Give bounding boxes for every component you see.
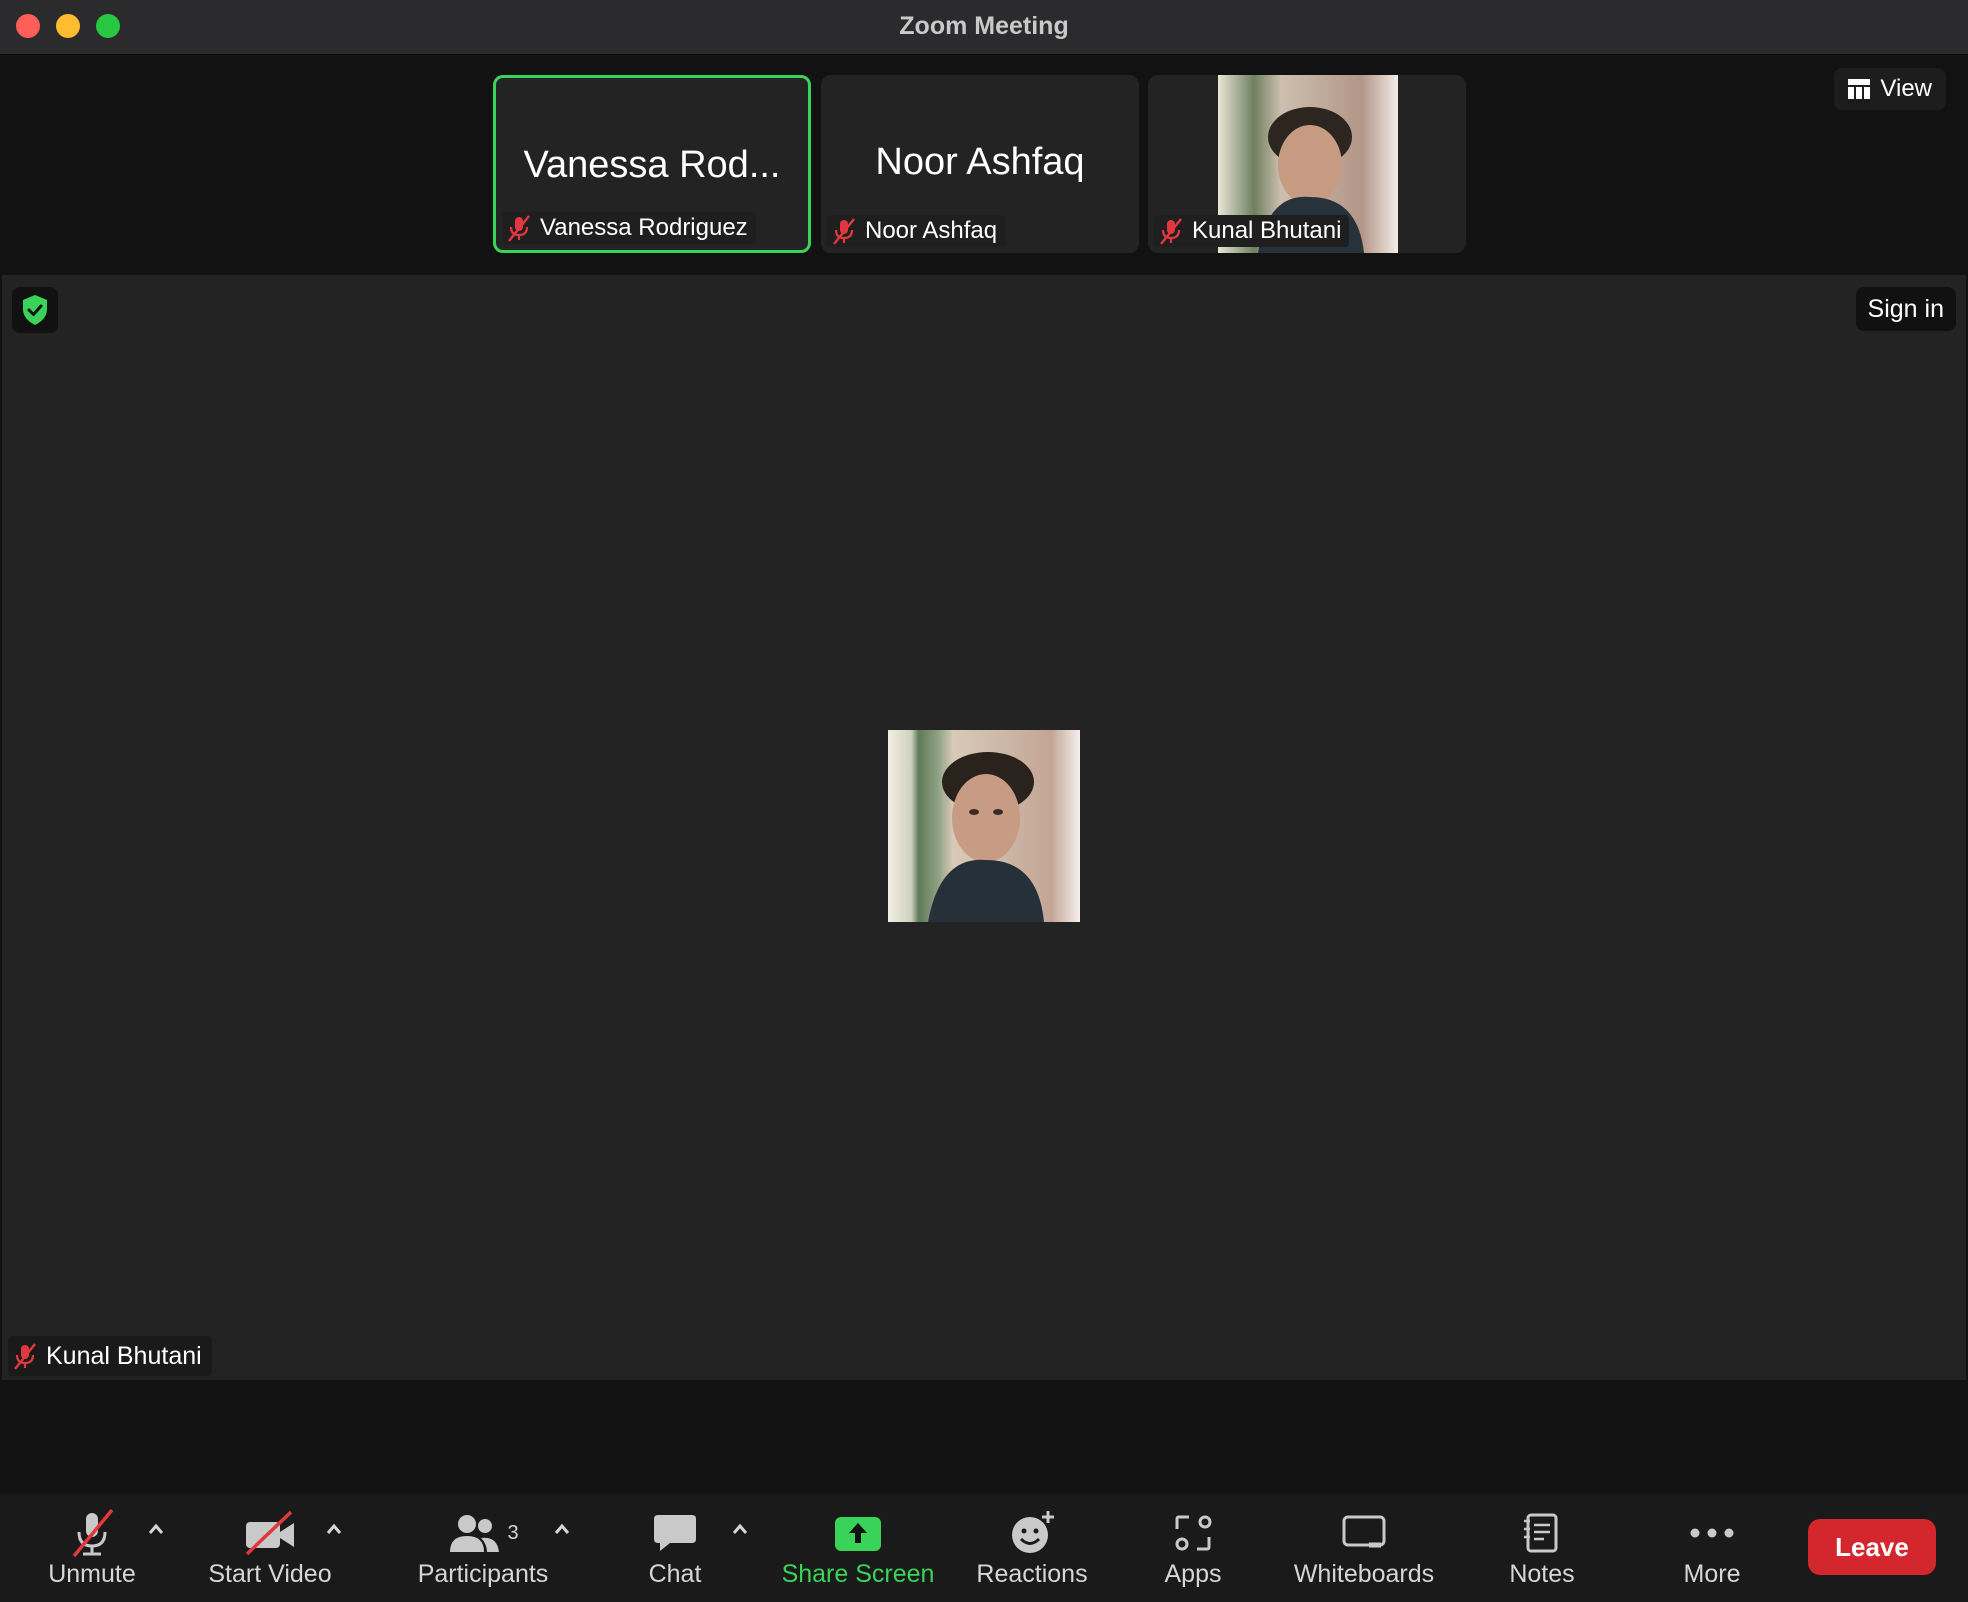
- unmute-label: Unmute: [48, 1560, 136, 1588]
- mic-muted-icon: [72, 1508, 114, 1558]
- view-button[interactable]: View: [1834, 68, 1946, 110]
- participant-name-chip: Noor Ashfaq: [827, 215, 1006, 247]
- meeting-security-button[interactable]: [12, 287, 58, 333]
- chat-button[interactable]: Chat: [630, 1494, 720, 1602]
- chat-options-chevron-up-icon[interactable]: [727, 1516, 753, 1542]
- participant-name-chip: Kunal Bhutani: [1154, 215, 1350, 247]
- whiteboards-label: Whiteboards: [1293, 1560, 1435, 1588]
- reactions-button[interactable]: Reactions: [970, 1494, 1094, 1602]
- active-speaker-photo: [888, 730, 1080, 922]
- zoom-window: Zoom Meeting Vanessa Rod... Vanessa Rodr…: [0, 0, 1968, 1602]
- participants-options-chevron-up-icon[interactable]: [549, 1516, 575, 1542]
- start-video-button[interactable]: Start Video: [200, 1494, 340, 1602]
- active-speaker-name-chip: Kunal Bhutani: [8, 1336, 212, 1376]
- participant-name-chip: Vanessa Rodriguez: [502, 212, 756, 244]
- sign-in-button[interactable]: Sign in: [1855, 287, 1956, 331]
- mic-muted-icon: [1160, 218, 1182, 245]
- shield-check-icon: [23, 295, 47, 325]
- unmute-button[interactable]: Unmute: [36, 1494, 148, 1602]
- notes-icon: [1524, 1513, 1558, 1553]
- window-title: Zoom Meeting: [899, 12, 1069, 40]
- apps-button[interactable]: Apps: [1150, 1494, 1236, 1602]
- video-off-icon: [245, 1510, 294, 1556]
- participant-name: Kunal Bhutani: [1192, 217, 1342, 244]
- whiteboards-button[interactable]: Whiteboards: [1290, 1494, 1438, 1602]
- participant-thumbnail-vanessa[interactable]: Vanessa Rod... Vanessa Rodriguez: [493, 75, 811, 253]
- share-screen-label: Share Screen: [781, 1560, 935, 1588]
- leave-button[interactable]: Leave: [1808, 1519, 1936, 1575]
- apps-icon: [1175, 1515, 1212, 1551]
- participants-count: 3: [507, 1521, 519, 1544]
- chat-bubble-icon: [654, 1515, 696, 1551]
- notes-button[interactable]: Notes: [1500, 1494, 1584, 1602]
- audio-options-chevron-up-icon[interactable]: [143, 1516, 169, 1542]
- mic-muted-icon: [14, 1343, 36, 1370]
- more-label: More: [1683, 1560, 1741, 1588]
- meeting-toolbar: Unmute Start Video 3 Participants Chat S…: [0, 1494, 1968, 1602]
- grid-view-icon: [1848, 79, 1871, 99]
- start-video-label: Start Video: [208, 1560, 332, 1588]
- more-button[interactable]: More: [1672, 1494, 1752, 1602]
- whiteboard-icon: [1342, 1515, 1386, 1548]
- notes-label: Notes: [1509, 1560, 1575, 1588]
- participant-display-name: Vanessa Rod...: [523, 144, 781, 186]
- participant-name: Vanessa Rodriguez: [540, 214, 748, 241]
- participants-button[interactable]: 3 Participants: [412, 1494, 554, 1602]
- chat-label: Chat: [648, 1560, 702, 1588]
- active-speaker-stage: Sign in Kunal Bhutani: [2, 275, 1966, 1380]
- video-options-chevron-up-icon[interactable]: [321, 1516, 347, 1542]
- mic-muted-icon: [508, 215, 530, 242]
- participant-display-name: Noor Ashfaq: [875, 141, 1085, 183]
- participant-thumbnail-noor[interactable]: Noor Ashfaq Noor Ashfaq: [821, 75, 1139, 253]
- mic-muted-icon: [833, 218, 855, 245]
- participant-thumbnail-kunal[interactable]: Kunal Bhutani: [1148, 75, 1466, 253]
- participants-label: Participants: [417, 1560, 549, 1588]
- active-speaker-name: Kunal Bhutani: [46, 1341, 202, 1370]
- participants-icon: [450, 1515, 500, 1552]
- share-screen-arrow-up-icon: [835, 1517, 881, 1551]
- participant-name: Noor Ashfaq: [865, 217, 998, 244]
- reactions-emoji-icon: [1012, 1511, 1054, 1553]
- title-bar: Zoom Meeting: [0, 0, 1968, 55]
- view-button-label: View: [1880, 75, 1932, 102]
- apps-label: Apps: [1164, 1560, 1222, 1588]
- more-dots-icon: [1690, 1528, 1734, 1538]
- share-screen-button[interactable]: Share Screen: [778, 1494, 938, 1602]
- reactions-label: Reactions: [976, 1560, 1088, 1588]
- participant-strip: Vanessa Rod... Vanessa Rodriguez Noor As…: [0, 55, 1968, 273]
